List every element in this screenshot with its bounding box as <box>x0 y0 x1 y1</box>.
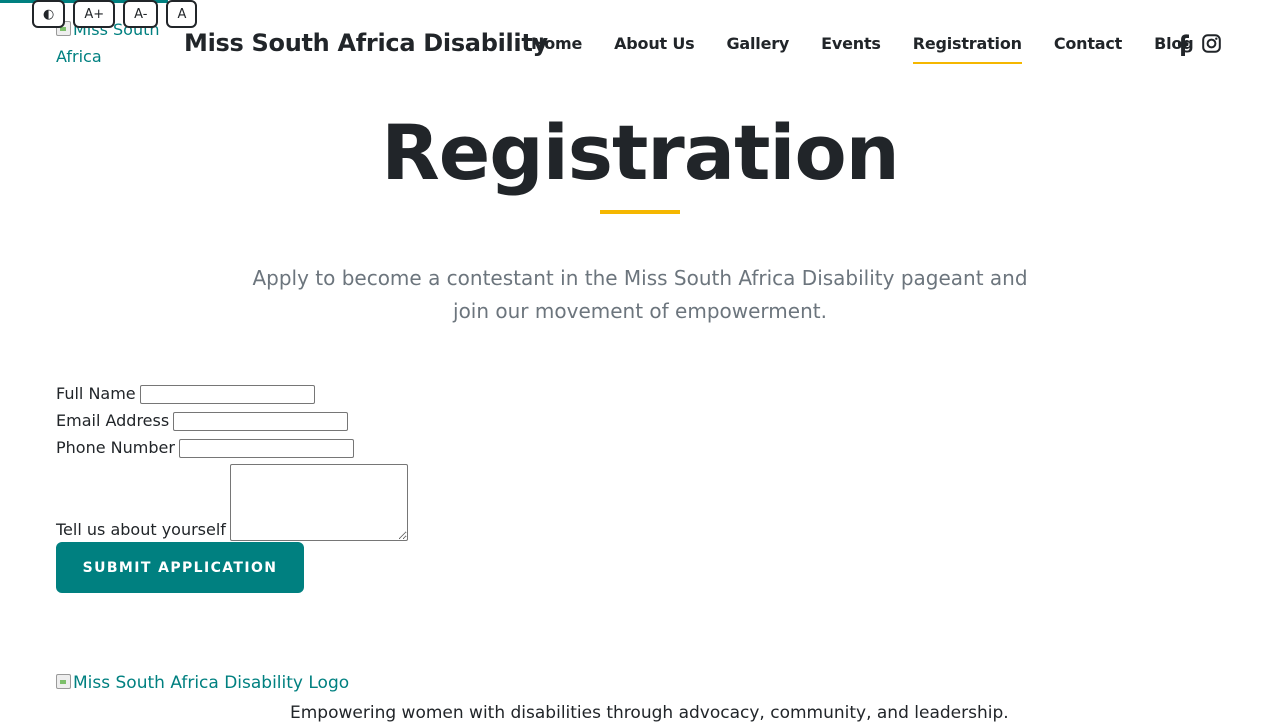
about-row: Tell us about yourself <box>56 459 408 541</box>
decrease-font-button[interactable]: A- <box>123 0 159 28</box>
social-links <box>1176 34 1221 56</box>
footer-logo[interactable]: Miss South Africa Disability Logo <box>56 673 349 693</box>
submit-application-button[interactable]: SUBMIT APPLICATION <box>56 542 304 593</box>
email-row: Email Address <box>56 405 408 432</box>
main-nav: Home About Us Gallery Events Registratio… <box>531 34 1225 64</box>
nav-item-home[interactable]: Home <box>531 34 582 64</box>
reset-font-button[interactable]: A <box>166 0 198 28</box>
email-field[interactable] <box>173 412 349 431</box>
contrast-toggle-button[interactable]: ◐ <box>32 0 66 28</box>
title-underline <box>600 210 680 214</box>
instagram-link[interactable] <box>1202 34 1221 56</box>
full-name-label: Full Name <box>56 384 136 403</box>
phone-row: Phone Number <box>56 432 408 459</box>
footer-logo-alt: Miss South Africa Disability Logo <box>73 673 350 693</box>
footer-tagline: Empowering women with disabilities throu… <box>290 703 1009 723</box>
email-label: Email Address <box>56 411 170 430</box>
increase-font-button[interactable]: A+ <box>73 0 116 28</box>
phone-field[interactable] <box>178 439 354 458</box>
page-title: Registration <box>381 108 900 197</box>
nav-item-registration[interactable]: Registration <box>912 34 1022 64</box>
about-textarea[interactable] <box>229 464 408 541</box>
nav-item-about-us[interactable]: About Us <box>614 34 695 64</box>
about-label: Tell us about yourself <box>56 520 226 539</box>
instagram-icon <box>1202 34 1221 53</box>
phone-label: Phone Number <box>56 438 175 457</box>
broken-image-icon <box>56 674 71 689</box>
site-title[interactable]: Miss South Africa Disability <box>184 29 548 57</box>
registration-form: Full Name Email Address Phone Number Tel… <box>56 378 408 541</box>
page-subtitle: Apply to become a contestant in the Miss… <box>252 266 1028 323</box>
full-name-field[interactable] <box>139 385 315 404</box>
accessibility-toolbar: ◐ A+ A- A <box>32 0 198 28</box>
full-name-row: Full Name <box>56 378 408 405</box>
facebook-icon <box>1178 34 1189 56</box>
facebook-link[interactable] <box>1176 34 1190 56</box>
nav-item-gallery[interactable]: Gallery <box>726 34 789 64</box>
nav-item-events[interactable]: Events <box>821 34 881 64</box>
nav-item-contact[interactable]: Contact <box>1054 34 1123 64</box>
